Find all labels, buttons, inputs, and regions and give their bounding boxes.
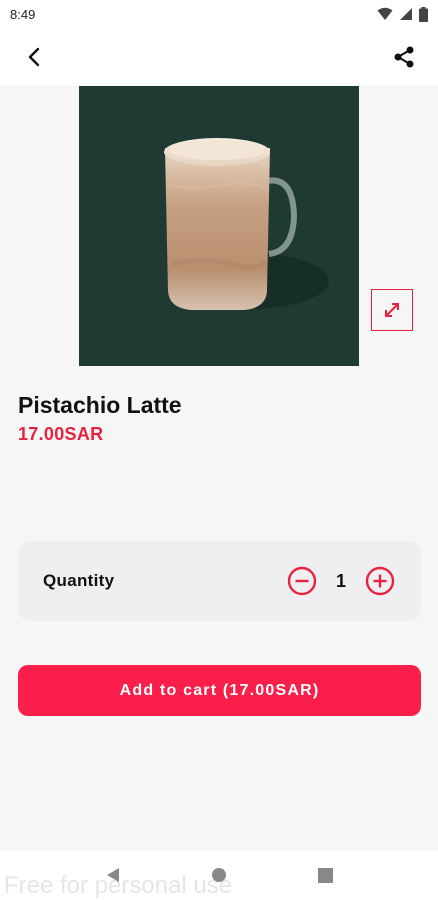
expand-image-button[interactable]: [371, 289, 413, 331]
quantity-value: 1: [335, 570, 346, 591]
product-price: 17.00SAR: [18, 424, 104, 444]
back-triangle-icon[interactable]: [105, 867, 121, 883]
back-button[interactable]: [18, 41, 50, 73]
quantity-stepper: 1: [287, 566, 395, 596]
app-bar: [0, 28, 438, 86]
share-icon: [394, 46, 414, 68]
chevron-left-icon: [28, 47, 40, 67]
share-button[interactable]: [388, 41, 420, 73]
status-bar: 8:49: [0, 0, 438, 28]
signal-icon: [400, 8, 412, 20]
decrement-button[interactable]: [287, 566, 317, 596]
quantity-label: Quantity: [43, 571, 115, 590]
battery-icon: [419, 6, 428, 22]
product-name: Pistachio Latte: [18, 392, 182, 418]
recents-square-icon[interactable]: [317, 867, 333, 883]
wifi-icon: [377, 7, 393, 20]
status-time: 8:49: [10, 6, 36, 22]
add-to-cart-button[interactable]: Add to cart (17.00SAR): [18, 665, 421, 716]
expand-diagonal-icon: [385, 303, 399, 317]
latte-mug-image: [164, 138, 329, 310]
quantity-card: Quantity 1: [18, 541, 421, 621]
home-circle-icon[interactable]: [211, 867, 227, 883]
status-icons: [377, 6, 428, 22]
system-nav-bar: [0, 850, 438, 900]
increment-button[interactable]: [365, 566, 395, 596]
product-image: [79, 86, 359, 366]
